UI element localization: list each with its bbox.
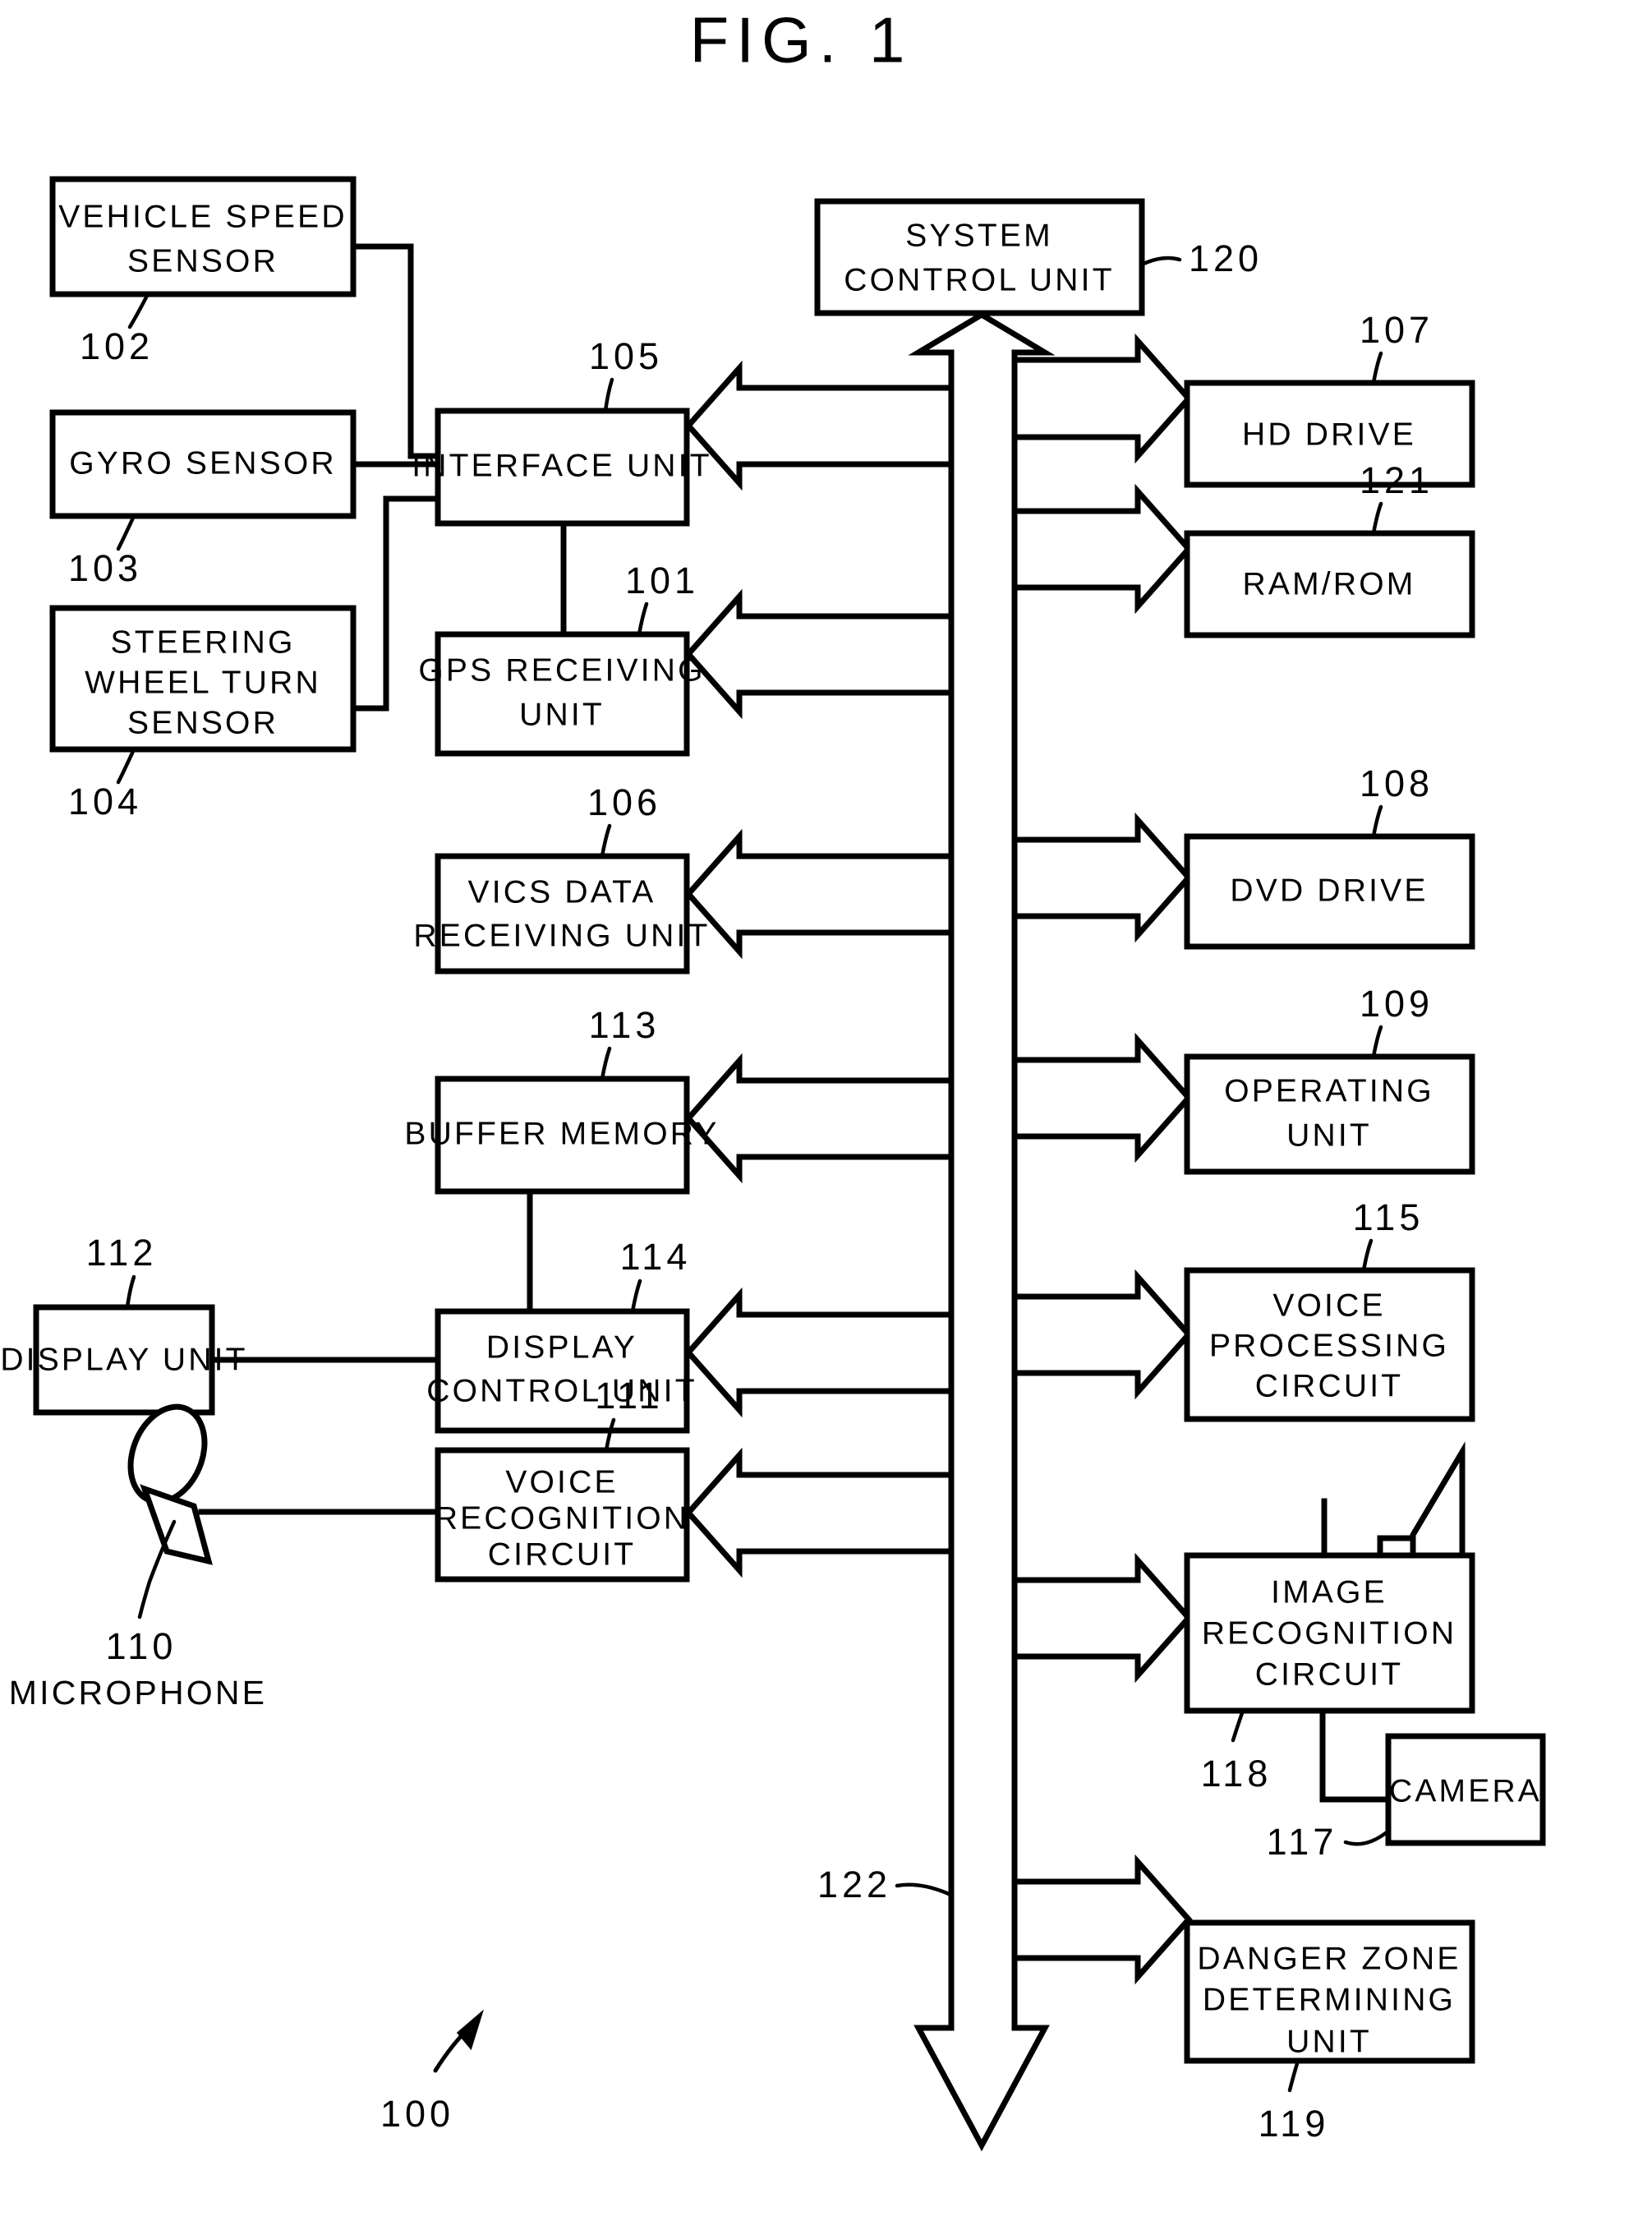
leader-112 [125, 1274, 136, 1310]
bus-arrow-to-dvd-drive [1011, 812, 1193, 943]
label-image-recognition-line1: IMAGE [1271, 1574, 1387, 1610]
leader-113 [600, 1046, 612, 1081]
ref-117: 117 [1267, 1821, 1338, 1863]
ref-121: 121 [1360, 459, 1433, 501]
leader-118 [1231, 1708, 1245, 1743]
leader-104 [116, 747, 136, 785]
leader-110 [137, 1519, 177, 1620]
bus-arrow-to-voice-recognition-circuit [684, 1447, 955, 1578]
ref-112: 112 [86, 1232, 158, 1274]
label-danger-zone-line1: DANGER ZONE [1197, 1941, 1461, 1976]
label-gps-line1: GPS RECEIVING [418, 652, 705, 688]
block-diagram-canvas: FIG. 1 VEHICLE SPEED SENSOR 102 GYRO SEN… [0, 4, 1546, 2152]
ref-110: 110 [106, 1625, 177, 1667]
leader-120 [1139, 256, 1182, 267]
ref-119: 119 [1259, 2103, 1330, 2145]
leader-105 [603, 377, 614, 413]
leader-117 [1343, 1830, 1389, 1846]
ref-108: 108 [1360, 763, 1433, 804]
label-steering-line2: WHEEL TURN [85, 665, 321, 700]
label-voice-recognition-line2: RECOGNITION [435, 1500, 689, 1536]
label-vics-line1: VICS DATA [468, 874, 656, 910]
ref-102: 102 [80, 325, 154, 367]
label-voice-processing-line2: PROCESSING [1209, 1328, 1449, 1363]
bus-arrow-to-vics-receiving-unit [684, 828, 955, 960]
label-vics-line2: RECEIVING UNIT [413, 918, 710, 953]
bus-arrow-to-operating-unit [1011, 1032, 1193, 1163]
label-steering-line3: SENSOR [127, 705, 278, 740]
label-ram-rom: RAM/ROM [1243, 566, 1416, 601]
bus-arrow-to-voice-processing-circuit [1011, 1269, 1193, 1400]
patent-figure: FIG. 1 VEHICLE SPEED SENSOR 102 GYRO SEN… [0, 0, 1652, 2230]
ref-105: 105 [589, 335, 663, 377]
ref-113: 113 [589, 1004, 660, 1046]
system-pointer-arrow [433, 2009, 484, 2073]
label-danger-zone-line3: UNIT [1286, 2024, 1372, 2059]
label-image-recognition-line2: RECOGNITION [1202, 1615, 1456, 1651]
wire-image-recognition-to-camera [1319, 1707, 1392, 1803]
label-steering-line1: STEERING [111, 624, 296, 660]
leader-115 [1361, 1238, 1374, 1273]
ref-103: 103 [68, 547, 142, 589]
figure-title: FIG. 1 [690, 4, 913, 76]
leader-114 [630, 1279, 642, 1314]
label-display-control-line1: DISPLAY [486, 1329, 637, 1365]
bus-arrow-to-hd-drive [1011, 333, 1193, 464]
label-hd-drive: HD DRIVE [1242, 417, 1416, 452]
leader-107 [1371, 351, 1383, 385]
label-operating-unit-line1: OPERATING [1224, 1073, 1434, 1108]
leader-119 [1287, 2058, 1300, 2093]
ref-107: 107 [1360, 309, 1433, 351]
label-camera: CAMERA [1389, 1773, 1542, 1808]
ref-100: 100 [380, 2093, 454, 2135]
label-system-control-line1: SYSTEM [905, 218, 1053, 253]
leader-121 [1371, 501, 1383, 536]
ref-114: 114 [620, 1236, 692, 1278]
box-vics-data-receiving-unit [435, 853, 690, 974]
bus-arrow-to-gps-receiving-unit [684, 588, 955, 720]
leader-109 [1371, 1025, 1383, 1059]
label-microphone: MICROPHONE [9, 1674, 267, 1712]
label-vehicle-speed-sensor-line2: SENSOR [127, 243, 278, 279]
label-dvd-drive: DVD DRIVE [1230, 873, 1428, 908]
ref-120: 120 [1189, 237, 1263, 279]
ref-118: 118 [1201, 1753, 1272, 1795]
label-danger-zone-line2: DETERMINING [1203, 1982, 1456, 2017]
label-vehicle-speed-sensor-line1: VEHICLE SPEED [58, 199, 347, 234]
label-voice-processing-line1: VOICE [1272, 1288, 1385, 1323]
bus-arrow-to-image-recognition-circuit [1011, 1552, 1193, 1684]
ref-106: 106 [587, 781, 661, 823]
label-voice-recognition-line3: CIRCUIT [488, 1537, 637, 1572]
ref-101: 101 [625, 560, 699, 601]
label-buffer-memory: BUFFER MEMORY [404, 1116, 719, 1151]
bus-arrow-to-interface-unit [684, 360, 955, 491]
label-interface-unit: INTERFACE UNIT [412, 448, 711, 483]
bus-arrow-to-ram-rom [1011, 483, 1193, 615]
label-voice-recognition-line1: VOICE [505, 1464, 618, 1500]
leader-108 [1371, 804, 1383, 839]
ref-122: 122 [817, 1864, 891, 1905]
label-gyro-sensor: GYRO SENSOR [69, 445, 337, 481]
leader-106 [600, 823, 612, 859]
bus-arrow-to-buffer-memory [684, 1053, 955, 1184]
ref-115: 115 [1353, 1196, 1424, 1238]
leader-101 [637, 601, 649, 637]
label-voice-processing-line3: CIRCUIT [1255, 1368, 1404, 1403]
ref-111: 111 [595, 1375, 663, 1417]
label-system-control-line2: CONTROL UNIT [844, 262, 1114, 297]
bus-arrow-to-display-control-unit [684, 1287, 955, 1418]
ref-109: 109 [1360, 983, 1433, 1025]
ref-104: 104 [68, 781, 142, 822]
leader-122 [895, 1882, 951, 1896]
label-operating-unit-line2: UNIT [1286, 1117, 1372, 1153]
leader-102 [127, 292, 150, 329]
label-image-recognition-line3: CIRCUIT [1255, 1656, 1404, 1692]
bus-arrow-to-danger-zone-unit [1011, 1854, 1193, 1985]
leader-103 [116, 514, 136, 551]
label-display-unit: DISPLAY UNIT [0, 1342, 247, 1377]
label-gps-line2: UNIT [519, 697, 605, 732]
wire-vehicle-speed-to-interface [350, 243, 441, 459]
